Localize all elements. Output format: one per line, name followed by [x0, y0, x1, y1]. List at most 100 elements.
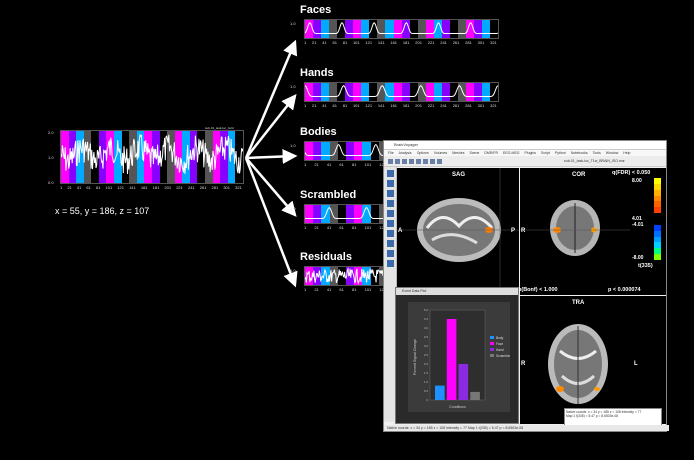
panel-y-label: 1.0 — [290, 206, 296, 211]
menu-item-dmr-fr[interactable]: DMR/FR — [484, 150, 498, 156]
x-tick: 1 — [304, 225, 307, 230]
x-axis-label: Conditions — [449, 405, 466, 409]
x-tick: 281 — [465, 40, 472, 45]
event-data-plot-window[interactable]: Event Data Plot 0 0.5 1.0 1.5 2.0 2.5 3.0 3.5 4.… — [395, 287, 519, 424]
menu-item-file[interactable]: File — [388, 150, 394, 156]
tool-icon-5[interactable] — [386, 210, 394, 217]
tra-label: TRA — [572, 300, 585, 306]
y-tick-label: 0 — [426, 398, 428, 402]
legend-swatch — [490, 336, 494, 339]
condition-strip — [304, 141, 388, 161]
tool-icon-3[interactable] — [386, 190, 394, 197]
panel-title: Scrambled — [300, 189, 357, 201]
menu-item-help[interactable]: Help — [623, 150, 630, 156]
signal-trace — [305, 144, 387, 156]
x-tick: 1 — [304, 40, 307, 45]
arrow-hands — [245, 94, 297, 159]
tool-icon-7[interactable] — [386, 230, 394, 237]
legend-swatch — [490, 354, 494, 357]
sagittal-view[interactable]: SAG A P — [397, 168, 519, 295]
x-tick: 81 — [351, 287, 357, 292]
cor-label: COR — [572, 172, 586, 178]
x-tick: 301 — [477, 103, 485, 108]
x-tick: 121 — [365, 103, 373, 108]
info-line-2: Map 1 t(335) = 5.47 p = 8.6503e-08 — [566, 414, 619, 418]
bar-body — [435, 385, 445, 400]
bar-scrambled — [470, 391, 480, 400]
x-tick: 21 — [312, 103, 317, 108]
sphere-icon[interactable] — [423, 158, 428, 164]
colorbar-swatch-13 — [654, 254, 661, 261]
menu-item-python[interactable]: Python — [555, 150, 566, 156]
x-tick: 81 — [351, 162, 357, 167]
x-tick: 101 — [364, 225, 372, 230]
tool-icon-2[interactable] — [386, 180, 394, 187]
y-tick-label: 2.5 — [424, 353, 429, 357]
y-tick-label: 1.0 — [424, 380, 429, 384]
menu-item-volumes[interactable]: Volumes — [434, 150, 447, 156]
zoom-icon[interactable] — [402, 158, 407, 164]
menu-item-window[interactable]: Window — [606, 150, 618, 156]
signal-trace — [305, 85, 498, 97]
x-tick: 181 — [402, 40, 410, 45]
menu-item-notebooks[interactable]: Notebooks — [571, 150, 588, 156]
menu-item-analysis[interactable]: Analysis — [399, 150, 412, 156]
x-tick: 61 — [339, 162, 344, 167]
x-tick: 221 — [427, 103, 435, 108]
p-value: p < 0.000074 — [608, 287, 641, 293]
x-tick: 321 — [490, 40, 497, 45]
x-tick: 41 — [322, 103, 327, 108]
y-tick-label: 5.0 — [424, 308, 429, 312]
cor-orient-r: R — [521, 228, 526, 234]
x-tick: 221 — [427, 40, 435, 45]
x-tick-labels: 121416181101121 — [304, 225, 386, 230]
x-tick: 21 — [312, 40, 317, 45]
x-tick: 261 — [452, 103, 460, 108]
menu-item-script[interactable]: Script — [541, 150, 550, 156]
fdr-label: q(FDR) < 0.050 — [612, 170, 651, 176]
tool-icon-10[interactable] — [386, 260, 394, 267]
x-tick: 41 — [326, 225, 332, 230]
camera-icon[interactable] — [430, 158, 435, 164]
plot-window-title: Event Data Plot — [396, 288, 518, 295]
coronal-view[interactable]: COR R q(FDR) < 0.050 8.00 4.01 -4.01 -8.… — [518, 168, 666, 295]
tool-icon-9[interactable] — [386, 250, 394, 257]
tool-icon-8[interactable] — [386, 240, 394, 247]
menu-item-plugins[interactable]: Plugins — [525, 150, 536, 156]
legend-label: Body — [496, 336, 504, 340]
x-tick: 41 — [322, 40, 327, 45]
x-tick: 301 — [477, 40, 485, 45]
menu-item-eeg-meg[interactable]: EEG-MEG — [503, 150, 520, 156]
open-icon[interactable] — [388, 158, 393, 164]
y-tick-label: 2.0 — [424, 362, 429, 366]
menu-item-scene[interactable]: Scene — [469, 150, 479, 156]
panel-title: Faces — [300, 4, 332, 16]
tool-icon-1[interactable] — [386, 170, 394, 177]
panel-y-label: 1.0 — [290, 84, 296, 89]
legend-label: Hand — [496, 348, 504, 352]
grid-icon[interactable] — [416, 158, 421, 164]
bar-face — [446, 319, 457, 400]
signal-trace — [305, 207, 387, 219]
transverse-view[interactable]: TRA R L Native coords: x = 34 y = 185 z … — [520, 296, 666, 426]
x-tick: 21 — [314, 287, 319, 292]
x-tick: 241 — [440, 103, 447, 108]
info-box: Native coords: x = 34 y = 185 z = 108 In… — [564, 408, 662, 426]
x-tick: 61 — [339, 287, 344, 292]
x-tick: 141 — [377, 40, 385, 45]
panel-y-label: 1.0 — [290, 21, 296, 26]
save-icon[interactable] — [395, 158, 400, 164]
plot-icon[interactable] — [437, 158, 442, 164]
tool-icon-6[interactable] — [386, 220, 394, 227]
y-tick-label: 3.0 — [424, 344, 429, 348]
x-tick: 281 — [465, 103, 472, 108]
layout-icon[interactable] — [409, 158, 414, 164]
menu-item-options[interactable]: Options — [417, 150, 429, 156]
x-tick: 261 — [452, 40, 460, 45]
x-tick: 61 — [332, 103, 337, 108]
menu-item-meshes[interactable]: Meshes — [452, 150, 464, 156]
condition-strip — [304, 204, 388, 224]
menu-item-tools[interactable]: Tools — [593, 150, 601, 156]
tool-icon-4[interactable] — [386, 200, 394, 207]
x-tick: 101 — [352, 40, 360, 45]
